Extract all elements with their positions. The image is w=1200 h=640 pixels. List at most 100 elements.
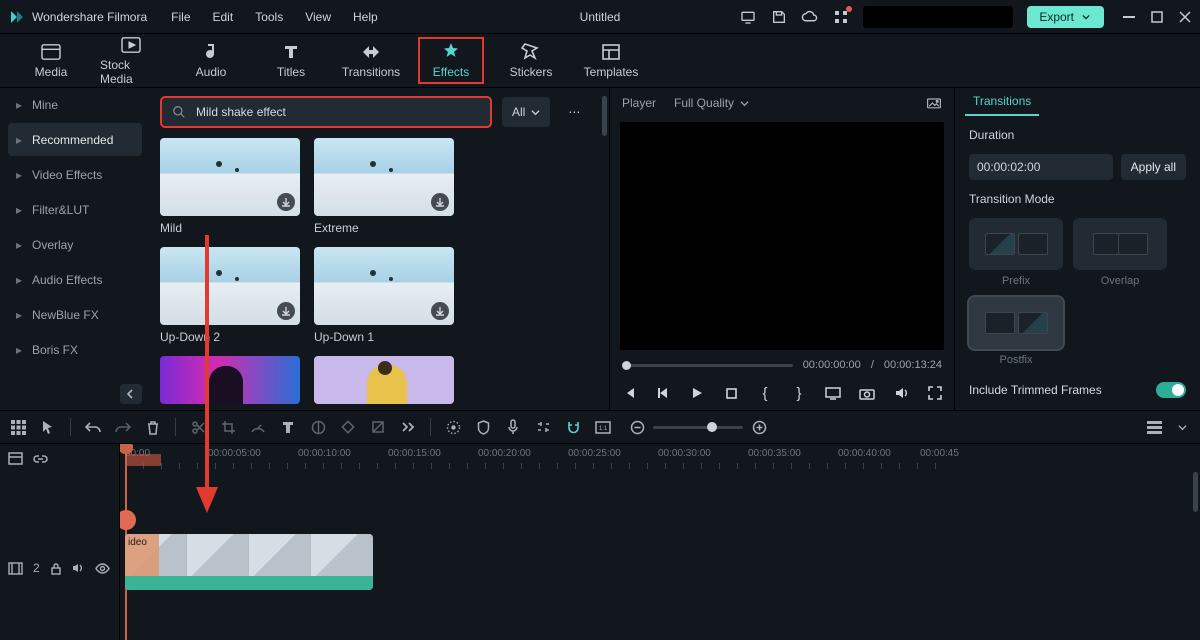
- magnet-icon[interactable]: [565, 419, 581, 435]
- speed-icon[interactable]: [250, 419, 266, 435]
- color-icon[interactable]: [310, 419, 326, 435]
- mute-icon[interactable]: [72, 562, 85, 574]
- window-close-icon[interactable]: [1178, 10, 1192, 24]
- split-icon[interactable]: [190, 419, 206, 435]
- marker-shield-icon[interactable]: [475, 419, 491, 435]
- account-area[interactable]: [863, 6, 1013, 28]
- delete-icon[interactable]: [145, 419, 161, 435]
- timeline-layout-icon[interactable]: [8, 452, 23, 465]
- apply-all-button[interactable]: Apply all: [1121, 154, 1186, 180]
- text-icon[interactable]: [280, 419, 296, 435]
- adjustment-icon[interactable]: [370, 419, 386, 435]
- cloud-icon[interactable]: [801, 8, 818, 25]
- effect-thumb-6[interactable]: [314, 356, 454, 404]
- caret-right-icon: ▸: [16, 343, 24, 357]
- zoom-slider[interactable]: [653, 426, 743, 429]
- expand-tools-icon[interactable]: [400, 419, 416, 435]
- duration-field[interactable]: 00:00:02:00: [969, 154, 1113, 180]
- transitions-panel-tab[interactable]: Transitions: [965, 88, 1039, 116]
- play-icon[interactable]: [689, 385, 705, 401]
- effect-thumb-updown2[interactable]: Up-Down 2: [160, 247, 300, 344]
- volume-icon[interactable]: [893, 385, 909, 401]
- menu-help[interactable]: Help: [353, 10, 378, 24]
- effects-search-box[interactable]: [160, 96, 492, 128]
- player-quality-select[interactable]: Full Quality: [674, 96, 749, 110]
- cat-video-effects[interactable]: ▸Video Effects: [8, 158, 142, 191]
- effect-thumb-updown1[interactable]: Up-Down 1: [314, 247, 454, 344]
- camera-icon[interactable]: [859, 385, 875, 401]
- menu-file[interactable]: File: [171, 10, 190, 24]
- audio-mix-icon[interactable]: [535, 419, 551, 435]
- tab-templates[interactable]: Templates: [578, 37, 644, 84]
- auto-reframe-icon[interactable]: [445, 419, 461, 435]
- effects-search-input[interactable]: [194, 104, 480, 120]
- cursor-icon[interactable]: [40, 419, 56, 435]
- window-maximize-icon[interactable]: [1150, 10, 1164, 24]
- voiceover-icon[interactable]: [505, 419, 521, 435]
- mark-out-icon[interactable]: }: [791, 385, 807, 401]
- include-trimmed-toggle[interactable]: [1156, 382, 1186, 398]
- mode-overlap[interactable]: Overlap: [1073, 218, 1167, 287]
- video-track-header[interactable]: 2: [0, 536, 119, 600]
- tab-stock-media[interactable]: Stock Media: [98, 30, 164, 91]
- zoom-in-icon[interactable]: [751, 419, 767, 435]
- undo-icon[interactable]: [85, 419, 101, 435]
- track-display-icon[interactable]: [1146, 419, 1162, 435]
- browser-scrollbar[interactable]: [602, 96, 607, 136]
- tab-stickers[interactable]: Stickers: [498, 37, 564, 84]
- crop-icon[interactable]: [220, 419, 236, 435]
- grid-icon[interactable]: [10, 419, 26, 435]
- preview-viewport[interactable]: [620, 122, 944, 350]
- timeline-tracks[interactable]: 00:00 00:00:05:00 00:00:10:00 00:00:15:0…: [120, 444, 1200, 640]
- collapse-sidebar-button[interactable]: [120, 384, 142, 404]
- tab-effects[interactable]: Effects: [418, 37, 484, 84]
- fullscreen-icon[interactable]: [927, 385, 943, 401]
- tab-titles[interactable]: Titles: [258, 37, 324, 84]
- prev-frame-icon[interactable]: [621, 385, 637, 401]
- tab-media[interactable]: Media: [18, 37, 84, 84]
- clip-marker[interactable]: [120, 510, 136, 530]
- cat-recommended[interactable]: ▸Recommended: [8, 123, 142, 156]
- track-options-icon[interactable]: [1174, 419, 1190, 435]
- cat-overlay[interactable]: ▸Overlay: [8, 228, 142, 261]
- device-preview-icon[interactable]: [739, 8, 756, 25]
- cat-filter-lut[interactable]: ▸Filter&LUT: [8, 193, 142, 226]
- cat-newblue[interactable]: ▸NewBlue FX: [8, 298, 142, 331]
- display-mode-icon[interactable]: [825, 385, 841, 401]
- redo-icon[interactable]: [115, 419, 131, 435]
- cat-mine[interactable]: ▸Mine: [8, 88, 142, 121]
- cat-audio-effects[interactable]: ▸Audio Effects: [8, 263, 142, 296]
- snapshot-icon[interactable]: [926, 96, 942, 110]
- keyframe-icon[interactable]: [340, 419, 356, 435]
- lock-icon[interactable]: [50, 562, 62, 575]
- effect-thumb-extreme[interactable]: Extreme: [314, 138, 454, 235]
- apps-icon[interactable]: [832, 8, 849, 25]
- menu-tools[interactable]: Tools: [255, 10, 283, 24]
- transitions-panel: Transitions Duration 00:00:02:00 Apply a…: [954, 88, 1200, 410]
- mode-postfix[interactable]: Postfix: [969, 297, 1063, 366]
- effect-thumb-mild[interactable]: Mild: [160, 138, 300, 235]
- mode-prefix[interactable]: Prefix: [969, 218, 1063, 287]
- menu-edit[interactable]: Edit: [213, 10, 234, 24]
- export-button[interactable]: Export: [1027, 6, 1104, 28]
- link-icon[interactable]: [33, 452, 48, 465]
- tab-transitions[interactable]: Transitions: [338, 37, 404, 84]
- menu-view[interactable]: View: [305, 10, 331, 24]
- window-minimize-icon[interactable]: [1122, 10, 1136, 24]
- ratio-icon[interactable]: 1:1: [595, 419, 611, 435]
- step-back-icon[interactable]: [655, 385, 671, 401]
- more-options-button[interactable]: ⋯: [560, 98, 588, 126]
- zoom-out-icon[interactable]: [629, 419, 645, 435]
- video-clip[interactable]: ideo: [125, 534, 373, 590]
- stop-icon[interactable]: [723, 385, 739, 401]
- mark-in-icon[interactable]: {: [757, 385, 773, 401]
- visibility-icon[interactable]: [95, 563, 110, 574]
- playback-progress[interactable]: [622, 364, 793, 367]
- filter-all-button[interactable]: All: [502, 97, 550, 127]
- effect-thumb-5[interactable]: [160, 356, 300, 404]
- tab-audio[interactable]: Audio: [178, 37, 244, 84]
- save-icon[interactable]: [770, 8, 787, 25]
- timeline-ruler[interactable]: 00:00 00:00:05:00 00:00:10:00 00:00:15:0…: [120, 444, 1200, 472]
- timeline-scrollbar[interactable]: [1193, 472, 1198, 512]
- cat-boris[interactable]: ▸Boris FX: [8, 333, 142, 366]
